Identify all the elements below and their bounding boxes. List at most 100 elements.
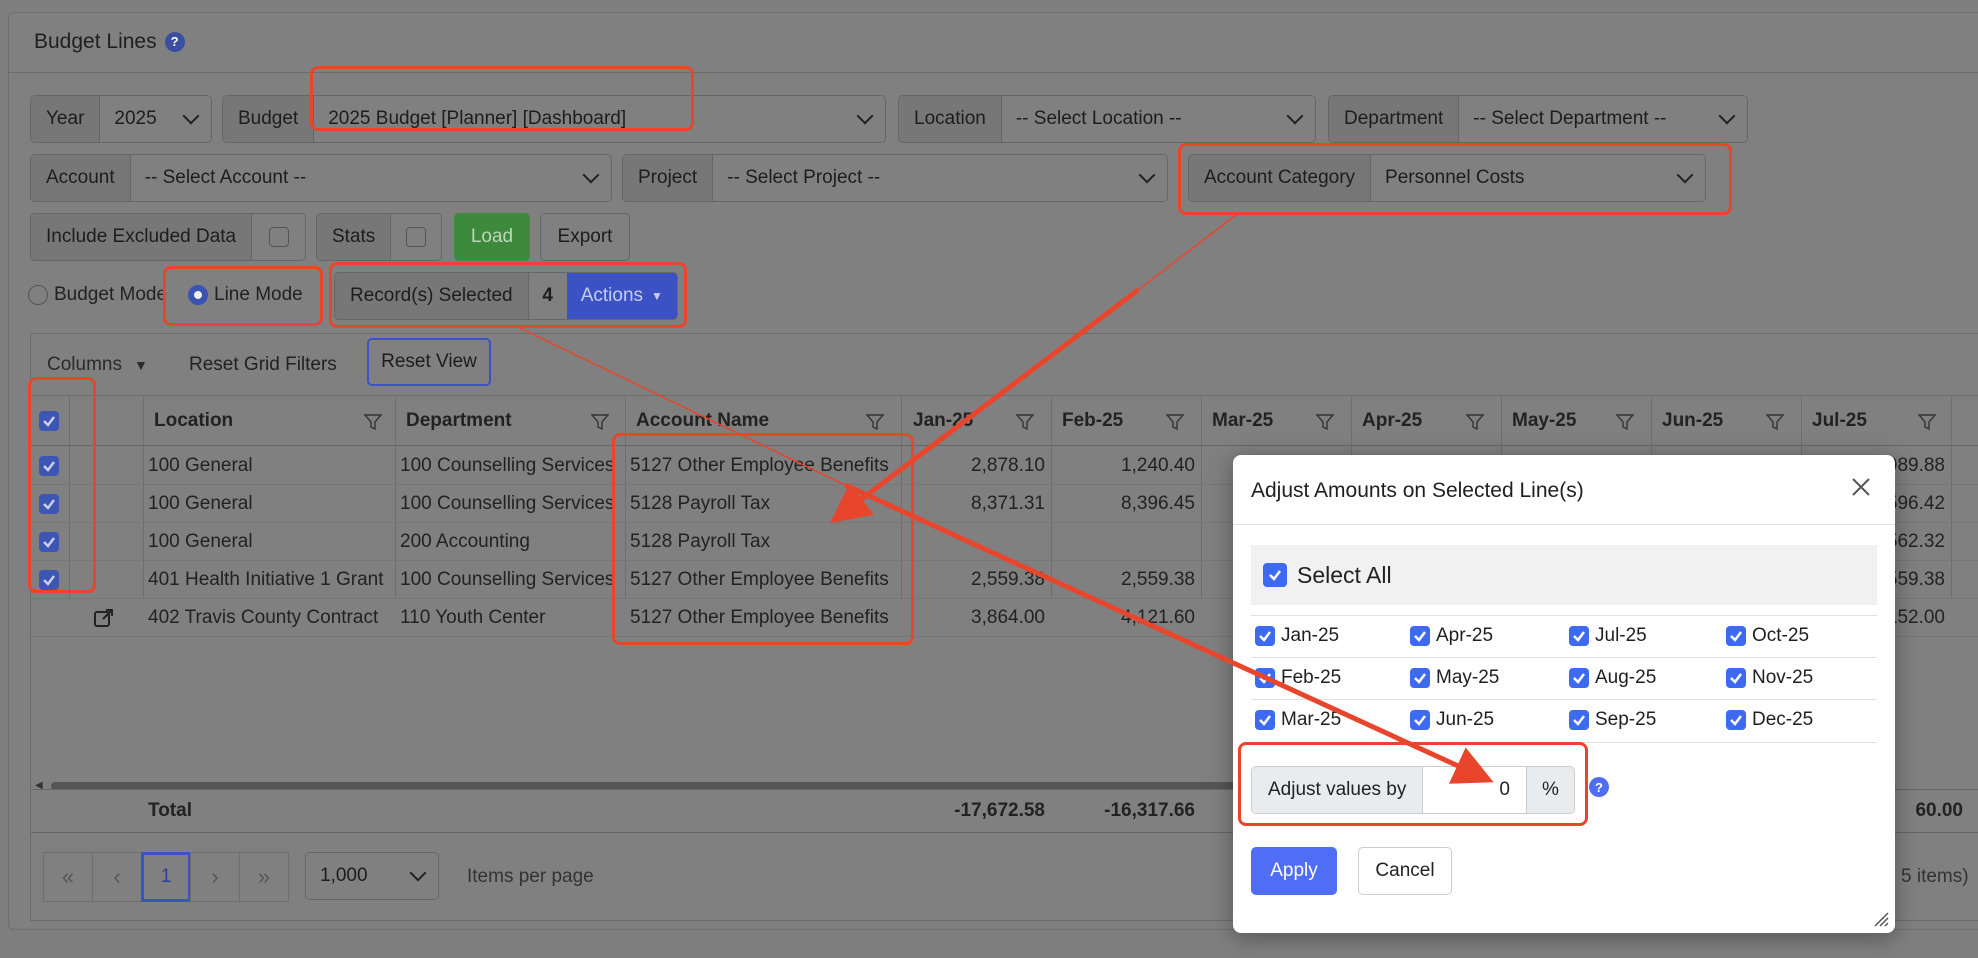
chevron-down-icon	[856, 107, 874, 125]
budget-select[interactable]: Budget 2025 Budget [Planner] [Dashboard]	[222, 95, 886, 143]
stats-checkbox[interactable]	[406, 227, 427, 247]
filter-icon[interactable]	[866, 414, 884, 430]
filter-icon[interactable]	[1016, 414, 1034, 430]
cell-account: 5128 Payroll Tax	[630, 531, 771, 552]
first-page-button[interactable]: «	[43, 852, 93, 902]
month-checkbox-dec[interactable]: Dec-25	[1726, 709, 1813, 731]
chevron-down-icon	[409, 864, 427, 882]
filter-icon[interactable]	[1166, 414, 1184, 430]
adjust-value-input[interactable]: 0	[1423, 767, 1526, 813]
cancel-button[interactable]: Cancel	[1358, 847, 1452, 895]
adjust-amounts-dialog: Adjust Amounts on Selected Line(s) Selec…	[1233, 455, 1895, 933]
cell-feb: 8,396.45	[1121, 493, 1195, 514]
actions-button[interactable]: Actions ▼	[566, 273, 677, 319]
column-header-jul[interactable]: Jul-25	[1812, 402, 1867, 440]
cell-jan: 3,864.00	[971, 607, 1045, 628]
next-page-button[interactable]: ›	[190, 852, 240, 902]
budget-mode-radio[interactable]: Budget Mode	[28, 284, 167, 306]
filter-icon[interactable]	[364, 414, 382, 430]
column-header-department[interactable]: Department	[406, 402, 512, 440]
page-size-select[interactable]: 1,000	[305, 852, 439, 900]
column-header-mar[interactable]: Mar-25	[1212, 402, 1273, 440]
column-header-apr[interactable]: Apr-25	[1362, 402, 1422, 440]
line-mode-radio[interactable]: Line Mode	[188, 284, 303, 306]
department-select[interactable]: Department -- Select Department --	[1328, 95, 1748, 143]
column-header-jan[interactable]: Jan-25	[913, 402, 973, 440]
column-header-jun[interactable]: Jun-25	[1662, 402, 1723, 440]
last-page-button[interactable]: »	[239, 852, 289, 902]
project-select[interactable]: Project -- Select Project --	[622, 154, 1168, 202]
help-icon[interactable]: ?	[1589, 777, 1609, 797]
columns-menu[interactable]: Columns ▼	[47, 354, 148, 376]
month-checkbox-jan[interactable]: Jan-25	[1255, 625, 1339, 647]
account-select[interactable]: Account -- Select Account --	[30, 154, 612, 202]
cell-location: 100 General	[148, 531, 253, 552]
include-excluded-toggle[interactable]: Include Excluded Data	[30, 213, 306, 261]
dialog-header: Adjust Amounts on Selected Line(s)	[1233, 455, 1895, 525]
reset-view-button[interactable]: Reset View	[367, 338, 491, 386]
cell-jan: 8,371.31	[971, 493, 1045, 514]
radio-icon	[28, 285, 48, 305]
month-checkbox-sep[interactable]: Sep-25	[1569, 709, 1656, 731]
page-title: Budget Lines?	[34, 30, 185, 54]
location-select[interactable]: Location -- Select Location --	[898, 95, 1316, 143]
prev-page-button[interactable]: ‹	[92, 852, 142, 902]
row-checkbox[interactable]	[39, 456, 59, 476]
month-checkbox-aug[interactable]: Aug-25	[1569, 667, 1656, 689]
select-all-checkbox[interactable]	[1263, 563, 1287, 587]
year-label: Year	[31, 96, 101, 142]
column-header-may[interactable]: May-25	[1512, 402, 1576, 440]
close-icon[interactable]	[1849, 475, 1873, 499]
cell-location: 401 Health Initiative 1 Grant	[148, 569, 384, 590]
month-checkbox-mar[interactable]: Mar-25	[1255, 709, 1341, 731]
cell-jan: 2,878.10	[971, 455, 1045, 476]
select-all-rows-checkbox[interactable]	[39, 411, 59, 431]
column-header-feb[interactable]: Feb-25	[1062, 402, 1123, 440]
account-category-select[interactable]: Account Category Personnel Costs	[1188, 154, 1706, 202]
location-label: Location	[899, 96, 1002, 142]
month-checkbox-may[interactable]: May-25	[1410, 667, 1499, 689]
stats-label: Stats	[317, 214, 392, 260]
row-checkbox[interactable]	[39, 494, 59, 514]
column-header-account-name[interactable]: Account Name	[636, 402, 769, 440]
year-select[interactable]: Year 2025	[30, 95, 212, 143]
page-1-button[interactable]: 1	[141, 852, 191, 902]
totals-feb: -16,317.66	[1104, 800, 1195, 821]
month-checkbox-oct[interactable]: Oct-25	[1726, 625, 1809, 647]
month-checkbox-apr[interactable]: Apr-25	[1410, 625, 1493, 647]
row-checkbox[interactable]	[39, 570, 59, 590]
totals-label: Total	[148, 800, 192, 821]
reset-grid-filters-button[interactable]: Reset Grid Filters	[189, 354, 337, 376]
stats-toggle[interactable]: Stats	[316, 213, 442, 261]
help-icon[interactable]: ?	[164, 31, 185, 52]
filter-icon[interactable]	[1918, 414, 1936, 430]
actions-label: Actions	[580, 285, 644, 306]
export-button[interactable]: Export	[540, 213, 630, 261]
apply-button[interactable]: Apply	[1251, 847, 1337, 895]
filter-icon[interactable]	[1616, 414, 1634, 430]
filter-icon[interactable]	[1316, 414, 1334, 430]
select-all-row[interactable]: Select All	[1251, 545, 1877, 605]
resize-handle-icon[interactable]	[1871, 909, 1889, 927]
account-category-label: Account Category	[1189, 155, 1372, 201]
chevron-down-icon	[182, 107, 200, 125]
cell-account: 5127 Other Employee Benefits	[630, 455, 889, 476]
row-checkbox[interactable]	[39, 532, 59, 552]
filter-icon[interactable]	[591, 414, 609, 430]
filter-icon[interactable]	[1766, 414, 1784, 430]
column-header-location[interactable]: Location	[154, 402, 233, 440]
include-excluded-checkbox[interactable]	[268, 227, 289, 247]
filter-icon[interactable]	[1466, 414, 1484, 430]
percent-unit: %	[1526, 767, 1574, 813]
project-label: Project	[623, 155, 714, 201]
month-checkbox-feb[interactable]: Feb-25	[1255, 667, 1341, 689]
load-button[interactable]: Load	[454, 213, 530, 261]
month-checkbox-nov[interactable]: Nov-25	[1726, 667, 1813, 689]
title-divider	[8, 72, 1978, 73]
grid-toolbar: Columns ▼ Reset Grid Filters Reset View	[31, 334, 1978, 396]
caret-down-icon: ▼	[133, 357, 148, 373]
open-external-icon[interactable]	[93, 599, 115, 637]
department-value: -- Select Department --	[1473, 108, 1667, 129]
month-checkbox-jun[interactable]: Jun-25	[1410, 709, 1494, 731]
month-checkbox-jul[interactable]: Jul-25	[1569, 625, 1647, 647]
